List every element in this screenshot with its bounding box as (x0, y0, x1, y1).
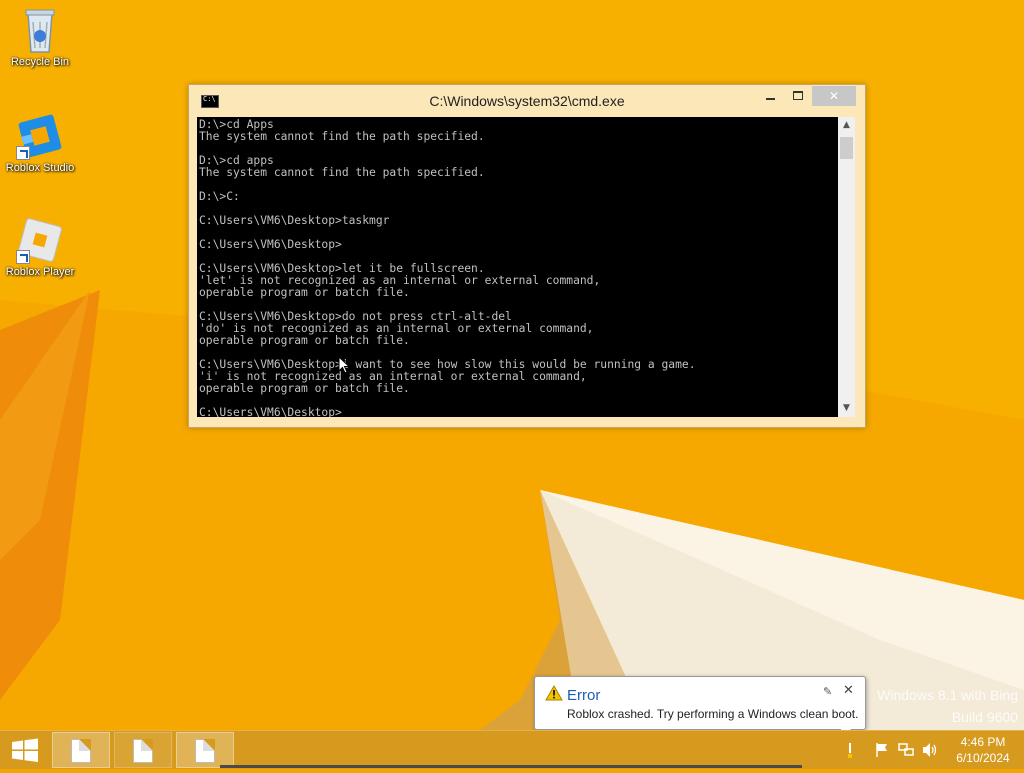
notification-close-button[interactable]: ✕ (843, 683, 854, 698)
scroll-up-icon[interactable]: ▲ (838, 117, 855, 134)
desktop-icon-recycle-bin[interactable]: Recycle Bin (0, 6, 80, 68)
clock-date: 6/10/2024 (956, 751, 1010, 765)
document-icon (133, 739, 153, 763)
notification-arrow-icon[interactable] (843, 741, 857, 759)
desktop: Recycle Bin Roblox Studio Roblox Player … (0, 0, 1024, 730)
start-button[interactable] (0, 731, 50, 769)
watermark-line1: Windows 8.1 with Bing (877, 687, 1018, 703)
action-center-flag-icon[interactable] (874, 742, 890, 758)
roblox-player-icon (16, 216, 64, 264)
desktop-icon-label: Roblox Studio (5, 162, 75, 174)
taskbar: 4:46 PM 6/10/2024 (0, 730, 1024, 769)
network-icon[interactable] (897, 742, 915, 758)
desktop-icon-roblox-studio[interactable]: Roblox Studio (0, 112, 80, 174)
shortcut-arrow-icon (16, 146, 30, 160)
vertical-scrollbar[interactable]: ▲ ▼ (838, 117, 855, 417)
desktop-icon-label: Recycle Bin (10, 56, 70, 68)
close-button[interactable] (812, 86, 856, 106)
taskbar-app-button[interactable] (114, 732, 172, 768)
clock-time: 4:46 PM (960, 735, 1006, 749)
error-notification[interactable]: Error Roblox crashed. Try performing a W… (534, 676, 866, 739)
windows-logo-icon (12, 738, 38, 762)
pin-icon[interactable]: ✎ (823, 685, 832, 698)
taskbar-clock[interactable]: 4:46 PM 6/10/2024 (948, 734, 1018, 766)
recycle-bin-icon (16, 6, 64, 54)
notification-message: Roblox crashed. Try performing a Windows… (567, 707, 859, 721)
console-text: D:\>cd Apps The system cannot find the p… (199, 118, 696, 418)
document-icon (71, 739, 91, 763)
warning-icon (545, 685, 563, 701)
shortcut-arrow-icon (16, 250, 30, 264)
taskbar-app-button[interactable] (52, 732, 110, 768)
document-icon (195, 739, 215, 763)
cmd-titlebar[interactable]: C:\Windows\system32\cmd.exe (189, 85, 865, 115)
roblox-studio-icon (16, 112, 64, 160)
scroll-thumb[interactable] (840, 137, 853, 159)
maximize-button[interactable] (785, 86, 811, 106)
watermark-line2: Build 9600 (951, 709, 1018, 725)
desktop-icon-roblox-player[interactable]: Roblox Player (0, 216, 80, 278)
minimize-button[interactable] (757, 86, 783, 106)
taskbar-app-button[interactable] (176, 732, 234, 768)
console-output-area[interactable]: D:\>cd Apps The system cannot find the p… (197, 117, 838, 417)
cmd-window[interactable]: C:\Windows\system32\cmd.exe D:\>cd Apps … (188, 84, 866, 428)
windows-watermark: Windows 8.1 with Bing Build 9600 (877, 684, 1018, 728)
scroll-down-icon[interactable]: ▼ (838, 400, 855, 417)
volume-icon[interactable] (921, 742, 939, 758)
desktop-icon-label: Roblox Player (5, 266, 75, 278)
notification-title: Error (567, 687, 601, 704)
mouse-cursor-icon (338, 356, 350, 374)
